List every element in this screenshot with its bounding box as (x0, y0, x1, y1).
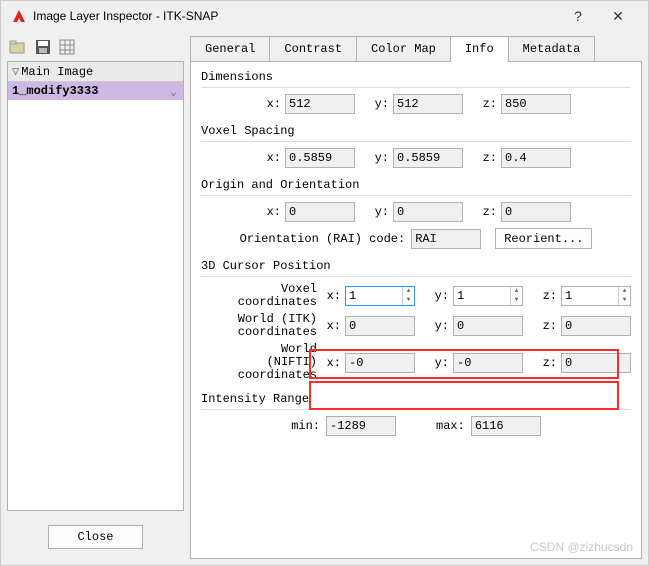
voxel-spacing-z (501, 148, 571, 168)
grid-icon[interactable] (59, 39, 75, 55)
tab-metadata[interactable]: Metadata (508, 36, 596, 62)
content: ▽Main Image 1_modify3333 ⌄ Close General … (1, 31, 648, 565)
app-icon (11, 8, 27, 24)
dimensions-title: Dimensions (201, 70, 631, 84)
tab-info[interactable]: Info (450, 36, 509, 62)
section-intensity: Intensity Range min: max: (201, 392, 631, 436)
open-icon[interactable] (9, 39, 27, 55)
close-window-button[interactable]: ✕ (598, 8, 638, 25)
help-button[interactable]: ? (558, 8, 598, 24)
voxel-spacing-x (285, 148, 355, 168)
section-origin: Origin and Orientation x: y: z: Orientat… (201, 178, 631, 249)
triangle-icon: ▽ (12, 65, 19, 79)
voxel-spacing-title: Voxel Spacing (201, 124, 631, 138)
voxel-coords-label: Voxel coordinates (201, 283, 321, 309)
tab-contrast[interactable]: Contrast (269, 36, 357, 62)
voxel-spacing-y (393, 148, 463, 168)
section-voxel-spacing: Voxel Spacing x: y: z: (201, 124, 631, 168)
tree-header-label: Main Image (21, 65, 93, 79)
intensity-max (471, 416, 541, 436)
voxel-z-spin[interactable]: ▲▼ (561, 286, 631, 306)
origin-title: Origin and Orientation (201, 178, 631, 192)
label-z: z: (477, 97, 501, 111)
dimensions-x (285, 94, 355, 114)
cursor-title: 3D Cursor Position (201, 259, 631, 273)
nifti-x (345, 353, 415, 373)
watermark: CSDN @zizhucsdn (530, 540, 633, 554)
voxel-y-spin[interactable]: ▲▼ (453, 286, 523, 306)
left-pane: ▽Main Image 1_modify3333 ⌄ Close (7, 35, 184, 559)
label-y: y: (369, 97, 393, 111)
save-icon[interactable] (35, 39, 51, 55)
titlebar: Image Layer Inspector - ITK-SNAP ? ✕ (1, 1, 648, 31)
nifti-y (453, 353, 523, 373)
tab-bar: General Contrast Color Map Info Metadata (190, 35, 642, 61)
toolbar (7, 35, 184, 61)
label-x: x: (261, 97, 285, 111)
tab-colormap[interactable]: Color Map (356, 36, 451, 62)
layer-tree: ▽Main Image 1_modify3333 ⌄ (7, 61, 184, 511)
voxel-x-spin[interactable]: ▲▼ (345, 286, 415, 306)
tree-item-label: 1_modify3333 (12, 84, 98, 98)
itk-x (345, 316, 415, 336)
origin-x (285, 202, 355, 222)
window-title: Image Layer Inspector - ITK-SNAP (33, 9, 558, 23)
reorient-button[interactable]: Reorient... (495, 228, 592, 249)
chevron-down-icon[interactable]: ⌄ (170, 84, 177, 99)
orientation-code-label: Orientation (RAI) code: (240, 232, 406, 246)
window: Image Layer Inspector - ITK-SNAP ? ✕ ▽Ma… (0, 0, 649, 566)
intensity-min-label: min: (291, 419, 320, 433)
right-pane: General Contrast Color Map Info Metadata… (190, 35, 642, 559)
tree-header[interactable]: ▽Main Image (8, 62, 183, 82)
dimensions-z (501, 94, 571, 114)
section-cursor: 3D Cursor Position Voxel coordinates x: … (201, 259, 631, 382)
intensity-min (326, 416, 396, 436)
tab-general[interactable]: General (190, 36, 270, 62)
section-dimensions: Dimensions x: y: z: (201, 70, 631, 114)
orientation-code (411, 229, 481, 249)
close-button[interactable]: Close (48, 525, 143, 549)
tree-item-selected[interactable]: 1_modify3333 ⌄ (8, 82, 183, 100)
intensity-title: Intensity Range (201, 392, 631, 406)
origin-y (393, 202, 463, 222)
dimensions-y (393, 94, 463, 114)
info-panel: Dimensions x: y: z: Voxel Spacing x: y: … (190, 61, 642, 559)
itk-y (453, 316, 523, 336)
origin-z (501, 202, 571, 222)
intensity-max-label: max: (436, 419, 465, 433)
itk-coords-label: World (ITK) coordinates (201, 313, 321, 339)
nifti-coords-label: World (NIFTI) coordinates (201, 343, 321, 382)
nifti-z (561, 353, 631, 373)
itk-z (561, 316, 631, 336)
